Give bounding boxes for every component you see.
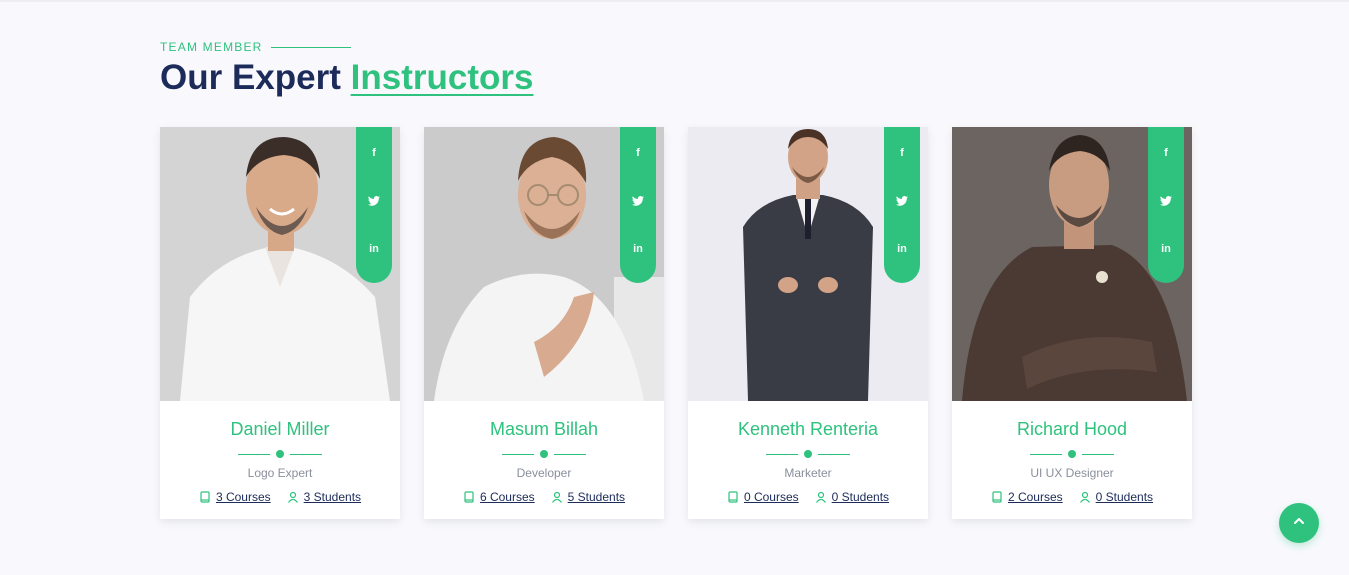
header-divider xyxy=(0,0,1349,2)
user-icon xyxy=(1079,491,1091,503)
instructor-name[interactable]: Daniel Miller xyxy=(160,419,400,441)
linkedin-icon[interactable]: in xyxy=(890,237,914,261)
eyebrow: TEAM MEMBER xyxy=(160,38,1191,56)
instructor-name[interactable]: Kenneth Renteria xyxy=(688,419,928,441)
courses-count: 3 Courses xyxy=(199,490,271,504)
instructor-photo[interactable]: f in xyxy=(952,127,1192,401)
students-link[interactable]: 0 Students xyxy=(1096,490,1153,504)
students-count: 0 Students xyxy=(815,490,889,504)
facebook-icon[interactable]: f xyxy=(1154,141,1178,165)
instructor-photo[interactable]: f in xyxy=(424,127,664,401)
social-links: f in xyxy=(620,127,656,283)
courses-count: 6 Courses xyxy=(463,490,535,504)
courses-link[interactable]: 2 Courses xyxy=(1008,490,1063,504)
instructor-name[interactable]: Richard Hood xyxy=(952,419,1192,441)
section-title-main: Our Expert xyxy=(160,58,341,97)
user-icon xyxy=(815,491,827,503)
user-icon xyxy=(287,491,299,503)
facebook-icon[interactable]: f xyxy=(362,141,386,165)
courses-link[interactable]: 3 Courses xyxy=(216,490,271,504)
courses-link[interactable]: 0 Courses xyxy=(744,490,799,504)
instructor-info: Richard Hood UI UX Designer 2 Courses 0 … xyxy=(952,401,1192,504)
instructor-info: Kenneth Renteria Marketer 0 Courses 0 St… xyxy=(688,401,928,504)
instructor-role: Marketer xyxy=(784,466,832,480)
students-count: 3 Students xyxy=(287,490,361,504)
facebook-icon[interactable]: f xyxy=(890,141,914,165)
courses-link[interactable]: 6 Courses xyxy=(480,490,535,504)
instructor-role: Developer xyxy=(516,466,572,480)
courses-count: 2 Courses xyxy=(991,490,1063,504)
chevron-up-icon xyxy=(1292,514,1306,533)
instructor-meta: 3 Courses 3 Students xyxy=(160,490,400,504)
students-link[interactable]: 5 Students xyxy=(568,490,625,504)
twitter-icon[interactable] xyxy=(1154,189,1178,213)
social-links: f in xyxy=(884,127,920,283)
book-icon xyxy=(727,491,739,503)
instructor-list: f in Daniel Miller Logo Expert 3 Courses… xyxy=(160,127,1192,519)
linkedin-icon[interactable]: in xyxy=(626,237,650,261)
linkedin-icon[interactable]: in xyxy=(1154,237,1178,261)
instructor-photo[interactable]: f in xyxy=(688,127,928,401)
section-header: TEAM MEMBER Our Expert Instructors xyxy=(160,38,1191,98)
instructor-role: Logo Expert xyxy=(247,466,313,480)
eyebrow-line xyxy=(270,46,351,48)
book-icon xyxy=(199,491,211,503)
social-links: f in xyxy=(356,127,392,283)
name-divider xyxy=(424,450,664,458)
instructor-info: Daniel Miller Logo Expert 3 Courses 3 St… xyxy=(160,401,400,504)
name-divider xyxy=(952,450,1192,458)
facebook-icon[interactable]: f xyxy=(626,141,650,165)
students-count: 0 Students xyxy=(1079,490,1153,504)
back-to-top-button[interactable] xyxy=(1279,503,1319,543)
instructor-card: f in Masum Billah Developer 6 Courses 5 … xyxy=(424,127,664,519)
name-divider xyxy=(688,450,928,458)
instructor-meta: 0 Courses 0 Students xyxy=(688,490,928,504)
students-link[interactable]: 0 Students xyxy=(832,490,889,504)
book-icon xyxy=(463,491,475,503)
instructor-meta: 6 Courses 5 Students xyxy=(424,490,664,504)
instructor-photo[interactable]: f in xyxy=(160,127,400,401)
user-icon xyxy=(551,491,563,503)
courses-count: 0 Courses xyxy=(727,490,799,504)
instructor-info: Masum Billah Developer 6 Courses 5 Stude… xyxy=(424,401,664,504)
instructor-card: f in Daniel Miller Logo Expert 3 Courses… xyxy=(160,127,400,519)
twitter-icon[interactable] xyxy=(890,189,914,213)
students-count: 5 Students xyxy=(551,490,625,504)
instructor-meta: 2 Courses 0 Students xyxy=(952,490,1192,504)
twitter-icon[interactable] xyxy=(362,189,386,213)
instructor-role: UI UX Designer xyxy=(1030,466,1114,480)
instructor-card: f in Kenneth Renteria Marketer 0 Courses… xyxy=(688,127,928,519)
instructor-card: f in Richard Hood UI UX Designer 2 Cours… xyxy=(952,127,1192,519)
eyebrow-label: TEAM MEMBER xyxy=(160,40,263,54)
instructor-name[interactable]: Masum Billah xyxy=(424,419,664,441)
name-divider xyxy=(160,450,400,458)
social-links: f in xyxy=(1148,127,1184,283)
linkedin-icon[interactable]: in xyxy=(362,237,386,261)
section-title-accent[interactable]: Instructors xyxy=(351,58,534,97)
twitter-icon[interactable] xyxy=(626,189,650,213)
book-icon xyxy=(991,491,1003,503)
students-link[interactable]: 3 Students xyxy=(304,490,361,504)
section-title: Our Expert Instructors xyxy=(160,58,1191,98)
